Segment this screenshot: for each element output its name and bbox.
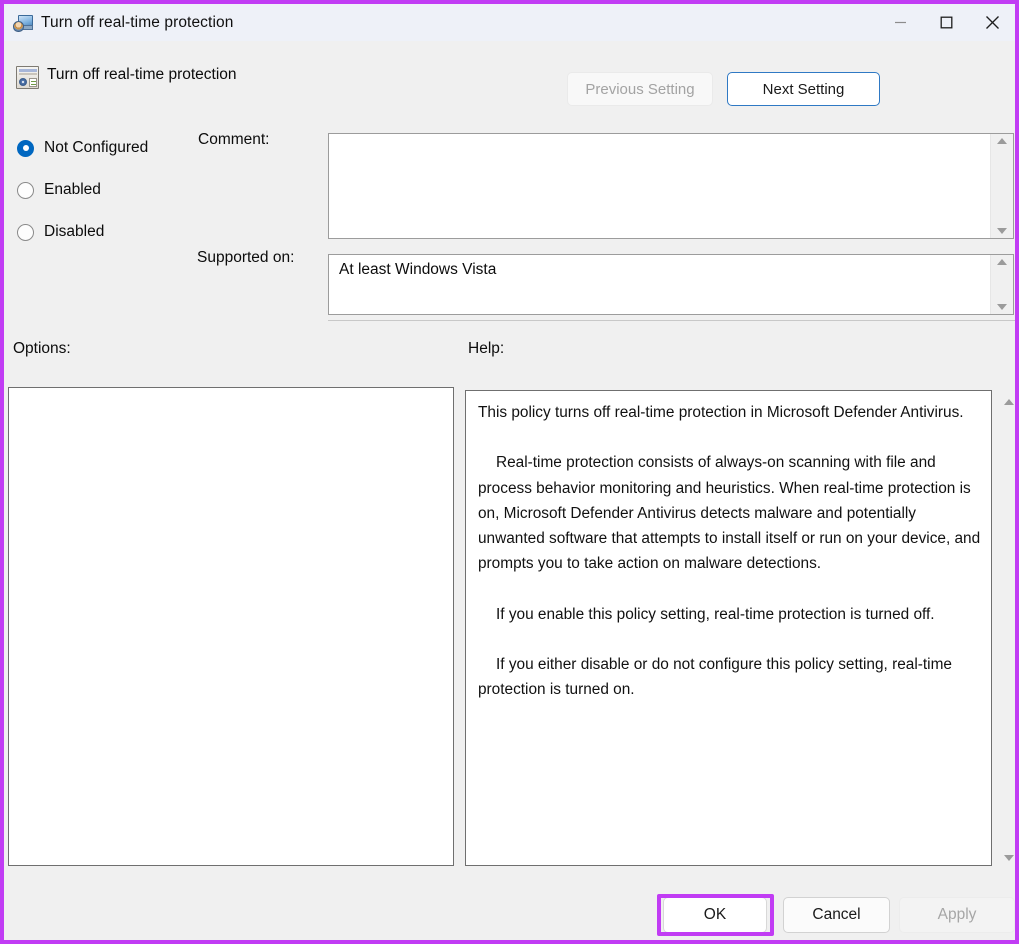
radio-not-configured[interactable]: Not Configured: [17, 137, 148, 159]
radio-indicator-not-configured: [17, 139, 34, 157]
radio-indicator-disabled: [17, 223, 34, 241]
help-paragraph-2: Real-time protection consists of always-…: [478, 454, 981, 573]
supported-on-field[interactable]: At least Windows Vista: [328, 254, 1014, 315]
comment-input[interactable]: [328, 133, 1014, 239]
maximize-icon[interactable]: [923, 4, 969, 41]
next-setting-button[interactable]: Next Setting: [727, 72, 880, 106]
help-paragraph-4: If you either disable or do not configur…: [478, 656, 952, 699]
radio-label-not-configured: Not Configured: [44, 139, 149, 156]
caption-buttons: [877, 4, 1015, 41]
policy-editor-icon: [13, 14, 33, 32]
minimize-icon[interactable]: [877, 4, 923, 41]
radio-disabled[interactable]: Disabled: [17, 221, 104, 243]
options-label: Options:: [13, 340, 71, 357]
divider: [328, 320, 1015, 321]
radio-label-enabled: Enabled: [44, 181, 101, 198]
close-icon[interactable]: [969, 4, 1015, 41]
apply-button[interactable]: Apply: [899, 897, 1015, 933]
scroll-down-icon[interactable]: [997, 228, 1007, 234]
options-pane[interactable]: [8, 387, 454, 866]
supported-on-label: Supported on:: [197, 249, 295, 266]
page-title: Turn off real-time protection: [47, 66, 237, 83]
scroll-up-icon[interactable]: [1004, 399, 1014, 405]
policy-setting-dialog: Turn off real-time protection Turn off r…: [0, 0, 1019, 944]
scroll-down-icon[interactable]: [1004, 855, 1014, 861]
help-paragraph-1: This policy turns off real-time protecti…: [478, 404, 964, 421]
previous-setting-button[interactable]: Previous Setting: [567, 72, 713, 106]
scroll-up-icon[interactable]: [997, 259, 1007, 265]
help-scrollbar[interactable]: [999, 394, 1015, 866]
cancel-button[interactable]: Cancel: [783, 897, 890, 933]
help-text: This policy turns off real-time protecti…: [478, 400, 981, 703]
help-label: Help:: [468, 340, 505, 357]
comment-label: Comment:: [198, 131, 270, 148]
radio-enabled[interactable]: Enabled: [17, 179, 101, 201]
radio-label-disabled: Disabled: [44, 223, 105, 240]
scroll-down-icon[interactable]: [997, 304, 1007, 310]
supported-on-scrollbar[interactable]: [990, 255, 1013, 314]
help-pane: This policy turns off real-time protecti…: [465, 390, 992, 866]
ok-button[interactable]: OK: [663, 897, 767, 933]
scroll-up-icon[interactable]: [997, 138, 1007, 144]
title-bar: Turn off real-time protection: [4, 4, 1015, 41]
help-paragraph-3: If you enable this policy setting, real-…: [496, 605, 935, 623]
comment-scrollbar[interactable]: [990, 134, 1013, 238]
radio-indicator-enabled: [17, 181, 34, 199]
window-title: Turn off real-time protection: [41, 13, 234, 31]
group-policy-icon: [16, 66, 39, 89]
supported-on-value: At least Windows Vista: [339, 261, 497, 278]
